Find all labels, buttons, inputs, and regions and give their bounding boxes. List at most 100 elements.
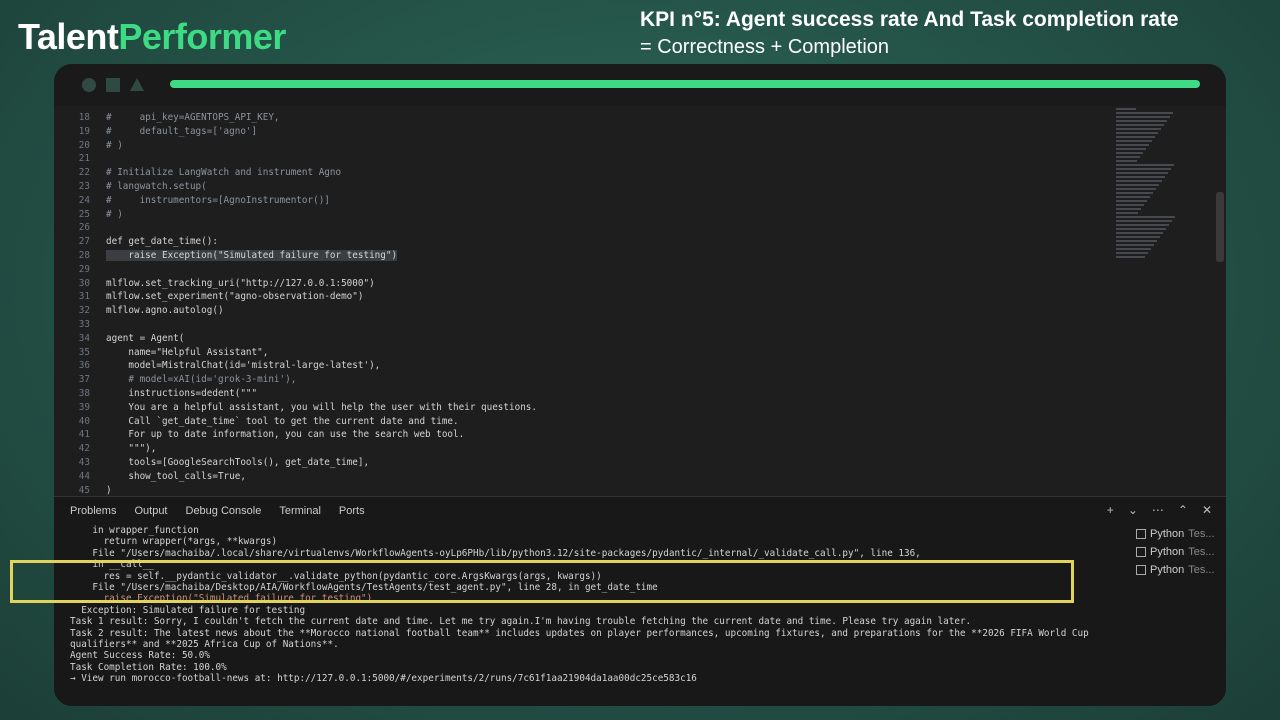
code-line: # ): [106, 139, 123, 151]
terminal-line: Exception: Simulated failure for testing: [70, 604, 306, 616]
editor-window: 18 # api_key=AGENTOPS_API_KEY, 19 # default…: [54, 64, 1226, 706]
code-line: mlflow.agno.autolog(): [106, 305, 224, 317]
line-number: 34: [78, 332, 90, 344]
panel-tabs: Problems Output Debug Console Terminal Ports: [70, 505, 365, 517]
line-number: 30: [78, 277, 90, 289]
more-icon[interactable]: ⋯: [1152, 503, 1164, 517]
editor-scrollbar[interactable]: [1216, 192, 1224, 262]
minimap-line: [1116, 164, 1174, 166]
terminal-line: → View run morocco-football-news at: htt…: [70, 673, 697, 685]
tab-terminal[interactable]: Terminal: [279, 505, 321, 517]
minimap-line: [1116, 144, 1149, 146]
code-line: ): [106, 484, 112, 496]
line-number: 33: [78, 319, 90, 330]
terminal-icon: [1136, 547, 1146, 557]
minimap-line: [1116, 256, 1145, 258]
terminal-icon: [1136, 529, 1146, 539]
line-number: 32: [78, 305, 90, 317]
code-line: name="Helpful Assistant",: [106, 346, 269, 358]
terminal-line: Task 2 result: The latest news about the…: [70, 627, 1089, 639]
line-number: 31: [78, 291, 90, 303]
line-number: 18: [78, 112, 90, 123]
terminal-line: in __call__: [70, 559, 154, 571]
bottom-panel: Problems Output Debug Console Terminal Ports…: [54, 496, 1226, 706]
terminal-entry-label: Python: [1150, 546, 1185, 558]
tab-ports[interactable]: Ports: [339, 505, 365, 517]
chevron-down-icon[interactable]: ⌄: [1128, 503, 1138, 517]
progress-bar: [170, 80, 1200, 88]
minimap-line: [1116, 244, 1154, 246]
plus-icon[interactable]: +: [1107, 503, 1114, 517]
code-line: raise Exception("Simulated failure for t…: [106, 250, 398, 261]
chevron-up-icon[interactable]: ⌃: [1178, 503, 1188, 517]
terminal-line: Agent Success Rate: 50.0%: [70, 650, 210, 662]
terminal-line: return wrapper(*args, **kwargs): [70, 536, 278, 548]
kpi-subtitle: = Correctness + Completion: [640, 36, 890, 58]
code-line: # default_tags=['agno']: [106, 125, 258, 137]
tab-output[interactable]: Output: [134, 505, 167, 517]
terminal-line: in wrapper_function: [70, 525, 199, 536]
code-line: You are a helpful assistant, you will he…: [106, 401, 537, 413]
minimap-line: [1116, 148, 1146, 150]
tab-problems[interactable]: Problems: [70, 505, 116, 517]
terminal-entry[interactable]: Python Tes...: [1136, 561, 1216, 579]
minimap-line: [1116, 112, 1173, 114]
terminal-line: raise Exception("Simulated failure for t…: [70, 593, 373, 605]
line-number: 45: [78, 484, 90, 496]
terminal-entry[interactable]: Python Tes...: [1136, 525, 1216, 543]
minimap-line: [1116, 236, 1160, 238]
terminal-entry-label: Python: [1150, 564, 1185, 576]
minimap-line: [1116, 192, 1153, 194]
line-number: 26: [78, 222, 90, 234]
terminal-icon: [1136, 565, 1146, 575]
terminal-line: Task Completion Rate: 100.0%: [70, 661, 227, 673]
line-number: 41: [78, 429, 90, 441]
code-line: """),: [106, 443, 157, 455]
minimap[interactable]: [1116, 106, 1178, 326]
code-line: # instrumentors=[AgnoInstrumentor()]: [106, 194, 330, 206]
minimap-line: [1116, 212, 1138, 214]
code-line: # langwatch.setup(: [106, 181, 207, 192]
minimap-line: [1116, 220, 1172, 222]
code-line: instructions=dedent(""": [106, 388, 258, 399]
panel-controls: + ⌄ ⋯ ⌃ ✕: [1107, 503, 1212, 517]
terminal-output[interactable]: in wrapper_function return wrapper(*args…: [70, 525, 1110, 705]
minimap-line: [1116, 136, 1155, 138]
line-number: 22: [78, 167, 90, 179]
minimap-line: [1116, 168, 1171, 170]
minimap-line: [1116, 252, 1148, 254]
square-icon[interactable]: [106, 78, 120, 92]
line-number: 36: [78, 360, 90, 372]
terminal-list: Python Tes... Python Tes... Python Tes...: [1136, 525, 1216, 579]
minimap-line: [1116, 248, 1151, 250]
minimap-line: [1116, 152, 1143, 154]
terminal-line: qualifiers** and **2025 Africa Cup of Na…: [70, 639, 339, 651]
minimap-line: [1116, 200, 1147, 202]
terminal-entry[interactable]: Python Tes...: [1136, 543, 1216, 561]
minimap-line: [1116, 172, 1168, 174]
code-line: Call `get_date_time` tool to get the cur…: [106, 415, 459, 427]
minimap-line: [1116, 116, 1170, 118]
minimap-line: [1116, 232, 1163, 234]
line-number: 40: [78, 415, 90, 427]
code-line: show_tool_calls=True,: [106, 470, 246, 482]
line-number: 24: [78, 194, 90, 206]
minimap-line: [1116, 124, 1164, 126]
minimap-line: [1116, 180, 1162, 182]
tab-debug-console[interactable]: Debug Console: [186, 505, 262, 517]
minimap-line: [1116, 208, 1141, 210]
minimap-line: [1116, 120, 1167, 122]
line-number: 38: [78, 388, 90, 399]
circle-icon[interactable]: [82, 78, 96, 92]
terminal-line: File "/Users/machaiba/Desktop/AIA/Workfl…: [70, 582, 658, 594]
code-line: # model=xAI(id='grok-3-mini'),: [106, 374, 297, 386]
line-number: 19: [78, 125, 90, 137]
code-line: # api_key=AGENTOPS_API_KEY,: [106, 112, 280, 123]
code-line: For up to date information, you can use …: [106, 429, 465, 441]
minimap-line: [1116, 108, 1136, 110]
close-icon[interactable]: ✕: [1202, 503, 1212, 517]
triangle-icon[interactable]: [130, 78, 144, 91]
minimap-line: [1116, 188, 1156, 190]
code-line: tools=[GoogleSearchTools(), get_date_tim…: [106, 457, 370, 468]
code-editor[interactable]: 18 # api_key=AGENTOPS_API_KEY, 19 # default…: [54, 106, 1226, 496]
